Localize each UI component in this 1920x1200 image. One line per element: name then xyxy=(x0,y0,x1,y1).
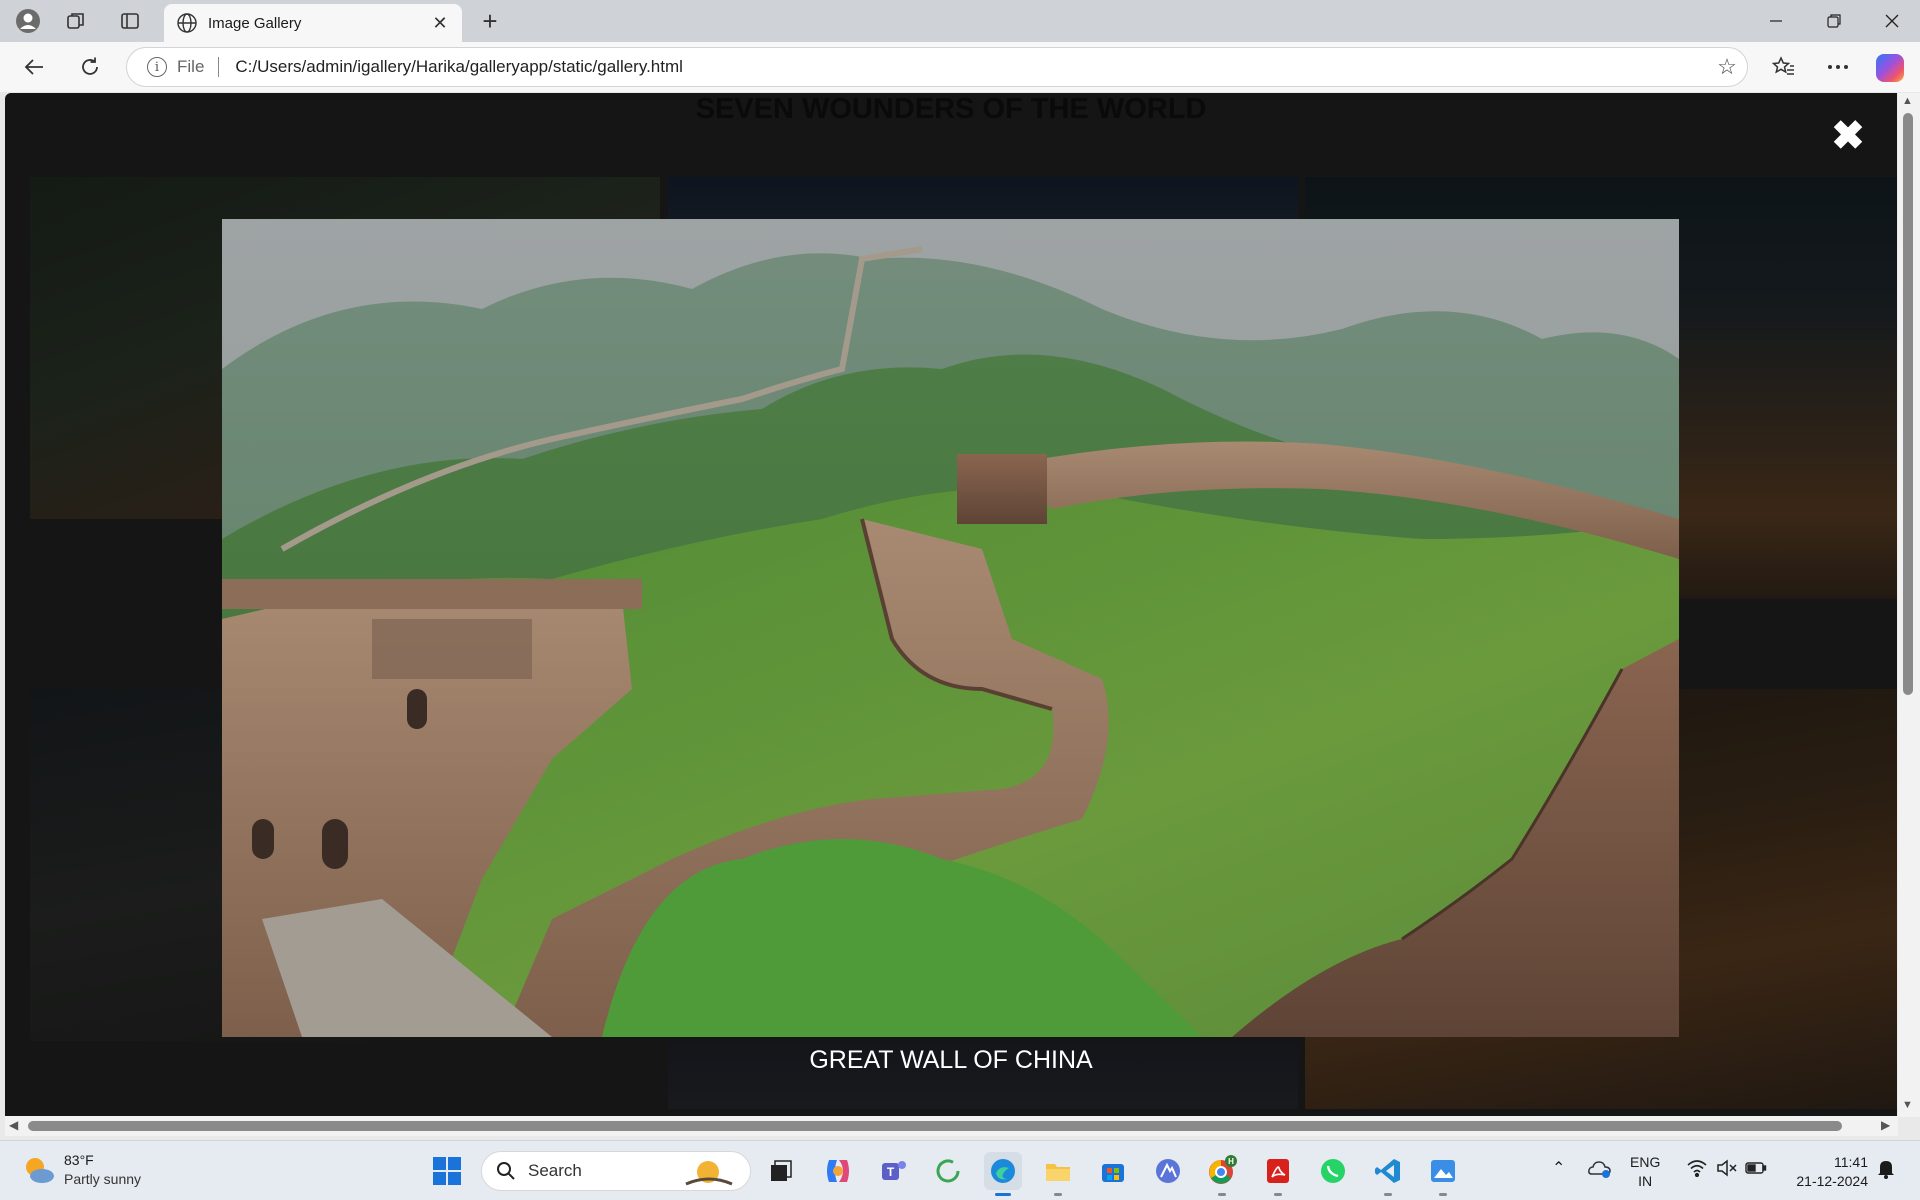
chrome-icon[interactable]: H xyxy=(1203,1152,1241,1196)
scroll-right-arrow-icon[interactable]: ▶ xyxy=(1881,1118,1890,1132)
weather-condition: Partly sunny xyxy=(64,1171,142,1187)
scroll-up-arrow-icon[interactable]: ▲ xyxy=(1902,95,1913,107)
info-icon[interactable]: i xyxy=(147,57,167,77)
window-close-button[interactable] xyxy=(1864,0,1920,42)
weather-widget[interactable]: 83°F Partly sunny xyxy=(22,1151,141,1189)
vscode-icon[interactable] xyxy=(1369,1152,1407,1196)
tab-title: Image Gallery xyxy=(208,14,302,32)
clock[interactable]: 11:41 21-12-2024 xyxy=(1784,1153,1868,1191)
acrobat-icon[interactable] xyxy=(1259,1152,1297,1196)
browser-title-bar: Image Gallery ✕ + xyxy=(0,0,1920,42)
restore-button[interactable] xyxy=(1806,0,1862,42)
edge-icon[interactable] xyxy=(984,1152,1022,1196)
language-bottom: IN xyxy=(1638,1173,1653,1189)
address-bar[interactable]: i File C:/Users/admin/igallery/Harika/ga… xyxy=(126,47,1748,87)
language-indicator[interactable]: ENG IN xyxy=(1630,1153,1660,1191)
bell-icon[interactable] xyxy=(1876,1158,1896,1185)
search-icon xyxy=(497,1162,515,1180)
tab-close-button[interactable]: ✕ xyxy=(426,9,454,37)
copilot-app-icon[interactable] xyxy=(819,1152,857,1190)
taskbar: 83°F Partly sunny Search T H ⌃ ENG IN 11… xyxy=(0,1140,1920,1200)
tab-actions-icon[interactable] xyxy=(114,5,146,37)
store-icon[interactable] xyxy=(1094,1152,1132,1190)
file-explorer-icon[interactable] xyxy=(1039,1152,1077,1196)
back-icon xyxy=(24,59,43,75)
more-icon[interactable] xyxy=(1820,50,1856,84)
paint-running-indicator xyxy=(1439,1193,1447,1196)
wifi-icon[interactable] xyxy=(1686,1159,1708,1182)
tab-image-gallery[interactable]: Image Gallery ✕ xyxy=(164,4,462,42)
star-icon[interactable]: ☆ xyxy=(1707,54,1747,80)
volume-mute-icon[interactable] xyxy=(1716,1159,1738,1182)
taskbar-search-label: Search xyxy=(528,1161,582,1180)
whatsapp-icon[interactable] xyxy=(1314,1152,1352,1190)
horizontal-scroll-thumb[interactable] xyxy=(28,1121,1842,1131)
battery-icon[interactable] xyxy=(1745,1160,1767,1181)
vertical-scroll-thumb[interactable] xyxy=(1903,113,1913,695)
vscode-running-indicator xyxy=(1384,1193,1392,1196)
windows-start-icon[interactable] xyxy=(428,1152,466,1190)
refresh-button[interactable] xyxy=(72,50,108,84)
paint-icon[interactable] xyxy=(1424,1152,1462,1196)
teams-icon[interactable]: T xyxy=(875,1152,913,1190)
svg-text:T: T xyxy=(887,1165,895,1179)
back-button[interactable] xyxy=(16,50,52,84)
vertical-scrollbar[interactable]: ▲ ▼ xyxy=(1898,93,1920,1117)
onedrive-icon[interactable] xyxy=(1587,1158,1613,1185)
refresh-icon xyxy=(82,57,98,75)
acrobat-running-indicator xyxy=(1274,1193,1282,1196)
favorites-icon[interactable] xyxy=(1766,50,1802,84)
chrome-running-indicator xyxy=(1218,1193,1226,1196)
tray-overflow-icon[interactable]: ⌃ xyxy=(1552,1159,1565,1178)
address-separator xyxy=(218,57,220,77)
new-tab-button[interactable]: + xyxy=(474,5,506,37)
edge-active-indicator xyxy=(995,1193,1011,1196)
sync-app-icon[interactable] xyxy=(929,1152,967,1190)
explorer-running-indicator xyxy=(1054,1193,1062,1196)
profile-icon[interactable] xyxy=(12,5,44,37)
clock-date: 21-12-2024 xyxy=(1796,1173,1868,1189)
scroll-down-arrow-icon[interactable]: ▼ xyxy=(1902,1099,1913,1111)
vector-app-icon[interactable] xyxy=(1149,1152,1187,1190)
weather-temp: 83°F xyxy=(64,1152,94,1168)
page-viewport: SEVEN WOUNDERS OF THE WORLD ✖ GREAT WALL… xyxy=(5,93,1897,1117)
weather-sun-icon xyxy=(22,1154,54,1186)
scroll-left-arrow-icon[interactable]: ◀ xyxy=(9,1118,18,1132)
address-url[interactable]: C:/Users/admin/igallery/Harika/galleryap… xyxy=(235,57,1707,77)
address-toolbar: i File C:/Users/admin/igallery/Harika/ga… xyxy=(0,42,1920,92)
clock-time: 11:41 xyxy=(1834,1154,1868,1170)
svg-text:H: H xyxy=(1228,1157,1234,1166)
copilot-icon[interactable] xyxy=(1876,54,1904,82)
image-caption: GREAT WALL OF CHINA xyxy=(809,1046,1093,1074)
taskbar-search[interactable]: Search xyxy=(481,1151,751,1191)
close-icon[interactable]: ✖ xyxy=(1826,114,1870,158)
minimize-button[interactable] xyxy=(1748,0,1804,42)
workspaces-icon[interactable] xyxy=(60,5,92,37)
task-view-icon[interactable] xyxy=(762,1152,800,1190)
globe-icon xyxy=(177,13,197,33)
search-highlight-icon xyxy=(685,1161,733,1186)
page-title: SEVEN WOUNDERS OF THE WORLD xyxy=(695,93,1207,125)
lightbox-image-great-wall xyxy=(222,219,1679,1037)
language-top: ENG xyxy=(1630,1154,1661,1170)
address-scheme: File xyxy=(177,57,205,76)
horizontal-scrollbar[interactable]: ◀ ▶ xyxy=(5,1116,1898,1136)
